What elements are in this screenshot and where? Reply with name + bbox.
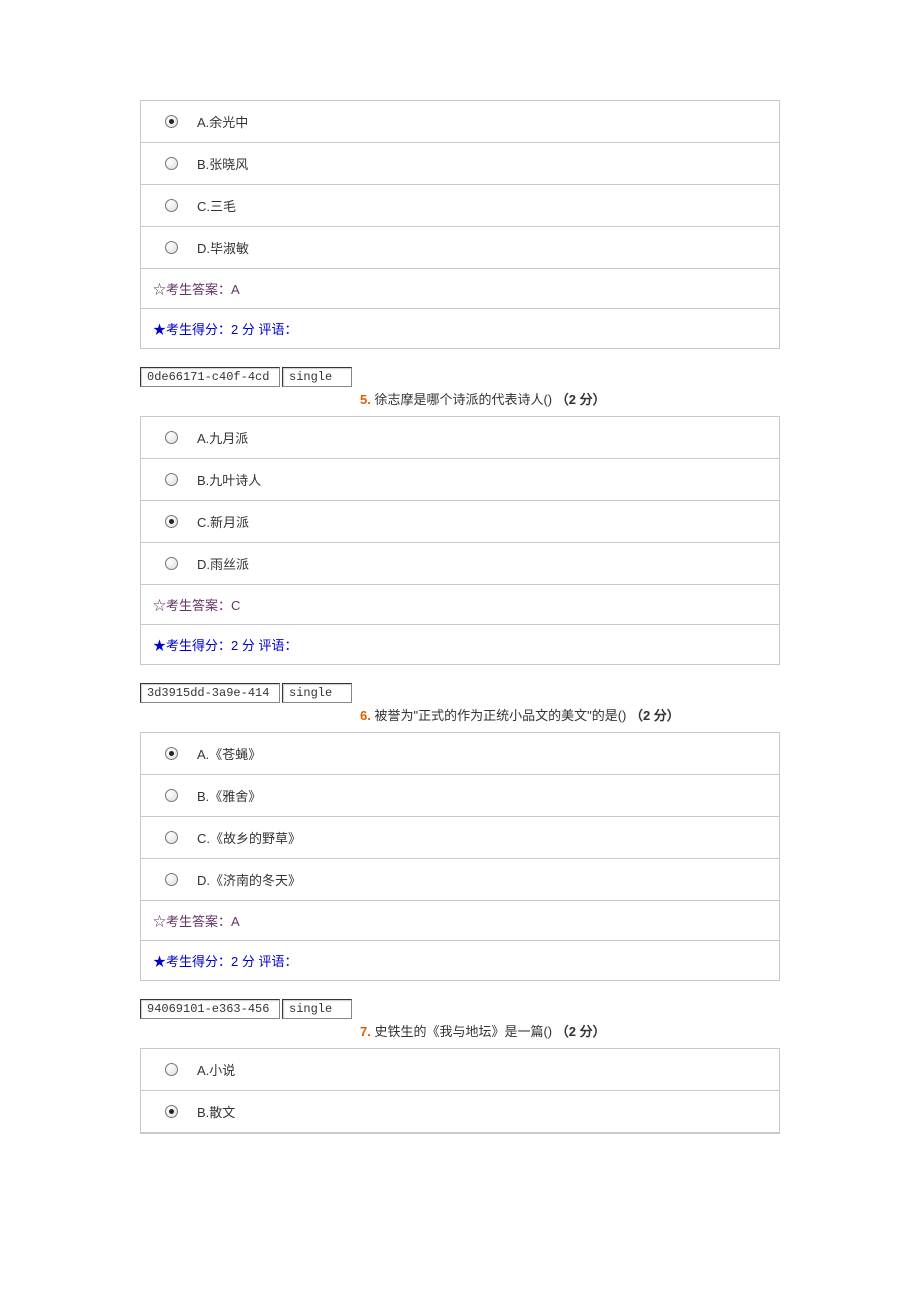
- radio-wrap: [151, 873, 191, 886]
- radio-wrap: [151, 831, 191, 844]
- radio-wrap: [151, 241, 191, 254]
- option-row[interactable]: C.新月派: [141, 501, 779, 543]
- option-label: A.九月派: [191, 428, 769, 447]
- option-row[interactable]: A.小说: [141, 1049, 779, 1091]
- option-row[interactable]: D.《济南的冬天》: [141, 859, 779, 901]
- question-stem: 徐志摩是哪个诗派的代表诗人(): [374, 392, 555, 407]
- question-number: 6.: [360, 708, 374, 723]
- option-label: D.毕淑敏: [191, 238, 769, 257]
- option-row[interactable]: B.九叶诗人: [141, 459, 779, 501]
- radio-wrap: [151, 115, 191, 128]
- radio-checked-icon[interactable]: [165, 747, 178, 760]
- question-block: A.余光中 B.张晓风 C.三毛 D.毕淑敏 ☆考生答案：A★考生得分：2 分 评语：: [140, 100, 780, 349]
- radio-unchecked-icon[interactable]: [165, 789, 178, 802]
- option-row[interactable]: A.余光中: [141, 101, 779, 143]
- spacer: [140, 349, 780, 367]
- question-type-input[interactable]: single: [282, 999, 352, 1019]
- option-row[interactable]: B.《雅舍》: [141, 775, 779, 817]
- student-score: ★考生得分：2 分 评语：: [141, 625, 779, 664]
- radio-wrap: [151, 199, 191, 212]
- question-header: 3d3915dd-3a9e-414single: [140, 683, 780, 703]
- radio-checked-icon[interactable]: [165, 115, 178, 128]
- radio-unchecked-icon[interactable]: [165, 473, 178, 486]
- option-label: C.新月派: [191, 512, 769, 531]
- radio-unchecked-icon[interactable]: [165, 557, 178, 570]
- question-header: 0de66171-c40f-4cdsingle: [140, 367, 780, 387]
- radio-wrap: [151, 515, 191, 528]
- option-label: C.三毛: [191, 196, 769, 215]
- question-id-input[interactable]: 3d3915dd-3a9e-414: [140, 683, 280, 703]
- radio-unchecked-icon[interactable]: [165, 1063, 178, 1076]
- question-type-input[interactable]: single: [282, 683, 352, 703]
- question-block: 94069101-e363-456single 7. 史铁生的《我与地坛》是一篇(…: [140, 999, 780, 1134]
- option-label: D.《济南的冬天》: [191, 870, 769, 889]
- radio-unchecked-icon[interactable]: [165, 199, 178, 212]
- radio-unchecked-icon[interactable]: [165, 241, 178, 254]
- option-row[interactable]: A.《苍蝇》: [141, 733, 779, 775]
- option-label: D.雨丝派: [191, 554, 769, 573]
- option-row[interactable]: D.毕淑敏: [141, 227, 779, 269]
- options-table: A.九月派 B.九叶诗人 C.新月派 D.雨丝派 ☆考生答案：C★考生得分：2 分 评语…: [140, 416, 780, 665]
- radio-unchecked-icon[interactable]: [165, 831, 178, 844]
- radio-unchecked-icon[interactable]: [165, 157, 178, 170]
- radio-wrap: [151, 431, 191, 444]
- radio-wrap: [151, 1105, 191, 1118]
- question-text: 7. 史铁生的《我与地坛》是一篇() （2 分）: [360, 1021, 780, 1040]
- option-row[interactable]: B.散文: [141, 1091, 779, 1133]
- questions-container: A.余光中B.张晓风C.三毛D.毕淑敏☆考生答案：A★考生得分：2 分 评语：0…: [140, 100, 780, 1152]
- option-label: B.散文: [191, 1102, 769, 1121]
- options-table: A.《苍蝇》 B.《雅舍》 C.《故乡的野草》 D.《济南的冬天》 ☆考生答案：A★考生…: [140, 732, 780, 981]
- radio-unchecked-icon[interactable]: [165, 873, 178, 886]
- spacer: [140, 665, 780, 683]
- radio-wrap: [151, 747, 191, 760]
- radio-unchecked-icon[interactable]: [165, 431, 178, 444]
- question-stem: 史铁生的《我与地坛》是一篇(): [374, 1024, 555, 1039]
- options-table: A.小说 B.散文: [140, 1048, 780, 1134]
- option-label: A.《苍蝇》: [191, 744, 769, 763]
- option-label: B.张晓风: [191, 154, 769, 173]
- question-text: 5. 徐志摩是哪个诗派的代表诗人() （2 分）: [360, 389, 780, 408]
- option-label: B.九叶诗人: [191, 470, 769, 489]
- radio-wrap: [151, 557, 191, 570]
- option-label: A.余光中: [191, 112, 769, 131]
- option-label: C.《故乡的野草》: [191, 828, 769, 847]
- question-number: 5.: [360, 392, 374, 407]
- radio-checked-icon[interactable]: [165, 1105, 178, 1118]
- option-row[interactable]: B.张晓风: [141, 143, 779, 185]
- radio-checked-icon[interactable]: [165, 515, 178, 528]
- question-points: （2 分）: [556, 1024, 606, 1039]
- question-header: 94069101-e363-456single: [140, 999, 780, 1019]
- spacer: [140, 981, 780, 999]
- option-label: A.小说: [191, 1060, 769, 1079]
- question-block: 3d3915dd-3a9e-414single 6. 被誉为"正式的作为正统小品文…: [140, 683, 780, 981]
- student-answer: ☆考生答案：A: [141, 269, 779, 309]
- question-points: （2 分）: [556, 392, 606, 407]
- question-id-input[interactable]: 0de66171-c40f-4cd: [140, 367, 280, 387]
- option-row[interactable]: C.三毛: [141, 185, 779, 227]
- question-type-input[interactable]: single: [282, 367, 352, 387]
- radio-wrap: [151, 789, 191, 802]
- student-answer: ☆考生答案：A: [141, 901, 779, 941]
- option-label: B.《雅舍》: [191, 786, 769, 805]
- question-points: （2 分）: [630, 708, 680, 723]
- student-answer: ☆考生答案：C: [141, 585, 779, 625]
- student-score: ★考生得分：2 分 评语：: [141, 941, 779, 980]
- option-row[interactable]: C.《故乡的野草》: [141, 817, 779, 859]
- spacer: [140, 1134, 780, 1152]
- options-table: A.余光中 B.张晓风 C.三毛 D.毕淑敏 ☆考生答案：A★考生得分：2 分 评语：: [140, 100, 780, 349]
- question-number: 7.: [360, 1024, 374, 1039]
- option-row[interactable]: A.九月派: [141, 417, 779, 459]
- radio-wrap: [151, 473, 191, 486]
- question-stem: 被誉为"正式的作为正统小品文的美文"的是(): [374, 708, 630, 723]
- radio-wrap: [151, 157, 191, 170]
- question-id-input[interactable]: 94069101-e363-456: [140, 999, 280, 1019]
- radio-wrap: [151, 1063, 191, 1076]
- question-block: 0de66171-c40f-4cdsingle 5. 徐志摩是哪个诗派的代表诗人(…: [140, 367, 780, 665]
- question-text: 6. 被誉为"正式的作为正统小品文的美文"的是() （2 分）: [360, 705, 780, 724]
- student-score: ★考生得分：2 分 评语：: [141, 309, 779, 348]
- option-row[interactable]: D.雨丝派: [141, 543, 779, 585]
